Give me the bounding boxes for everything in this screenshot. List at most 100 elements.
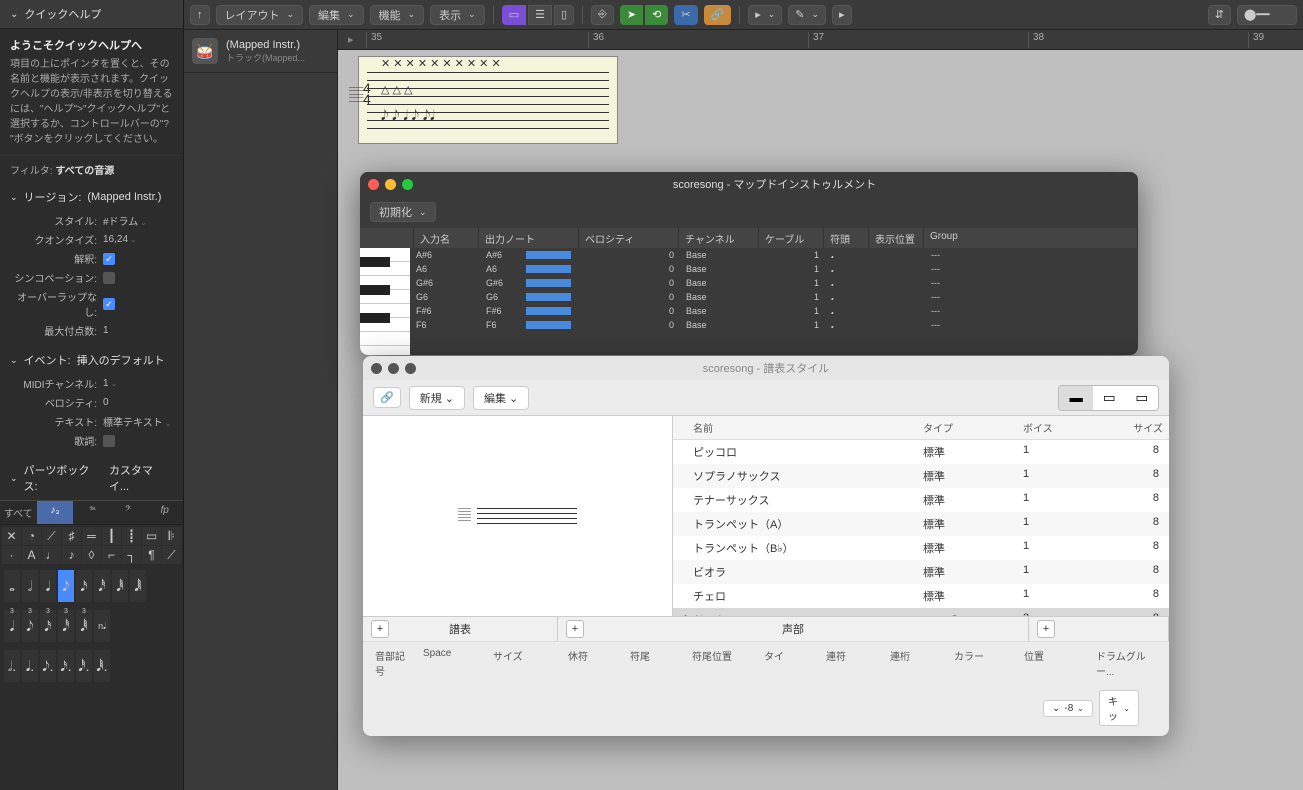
minimize-icon[interactable] <box>385 179 396 190</box>
pal-cell[interactable]: 𝄆 <box>162 527 181 545</box>
style-list-row[interactable]: トランペット（A）標準18 <box>673 512 1169 536</box>
note-triplet-4[interactable]: 𝅘𝅥𝅰3 <box>58 610 74 642</box>
col-name[interactable]: 名前 <box>687 416 917 439</box>
note-triplet-1[interactable]: 𝅘𝅥3 <box>4 610 20 642</box>
close-icon[interactable] <box>371 363 382 374</box>
note-triplet-5[interactable]: 𝅘𝅥𝅱3 <box>76 610 92 642</box>
close-icon[interactable] <box>368 179 379 190</box>
pointer-tool[interactable]: ▸ <box>748 5 782 25</box>
note-dotted-4[interactable]: 𝅘𝅥𝅯. <box>58 650 74 682</box>
add-voice-button[interactable]: + <box>566 620 584 638</box>
add-staff-button[interactable]: + <box>371 620 389 638</box>
view-linear-button[interactable]: ▭ <box>502 5 526 25</box>
view-full-button[interactable]: ▭ <box>1125 386 1158 410</box>
note-32nd[interactable]: 𝅘𝅥𝅰 <box>94 570 110 602</box>
event-header[interactable]: イベント: 挿入のデフォルト <box>0 346 183 374</box>
text-value[interactable]: 標準テキスト <box>103 414 171 429</box>
note-eighth[interactable]: 𝅘𝅥𝅮 <box>58 570 74 602</box>
syncopation-checkbox[interactable] <box>103 272 115 284</box>
style-list-row[interactable]: ビオラ標準18 <box>673 560 1169 584</box>
mapped-row[interactable]: G6G60Base1𝅘--- <box>410 290 1138 304</box>
col-outnote[interactable]: 出力ノート <box>479 228 579 248</box>
add-assign-button[interactable]: + <box>1037 620 1055 638</box>
position-dropdown[interactable]: ⌄ -8 <box>1043 700 1093 717</box>
link-icon[interactable]: 🔗 <box>373 387 401 408</box>
hierarchy-up-button[interactable]: ↑ <box>190 5 210 25</box>
layout-menu[interactable]: レイアウト <box>216 5 304 25</box>
functions-menu[interactable]: 機能 <box>370 5 425 25</box>
pal-cell[interactable]: ⌐ <box>102 546 121 564</box>
palette-tab-pedal[interactable]: 𝆮 <box>73 501 110 524</box>
edit-menu[interactable]: 編集 <box>309 5 364 25</box>
col-inputname[interactable]: 入力名 <box>414 228 479 248</box>
zoom-icon[interactable] <box>402 179 413 190</box>
style-list-row[interactable]: トランペット（B♭）標準18 <box>673 536 1169 560</box>
mapped-row[interactable]: A#6A#60Base1𝅘--- <box>410 248 1138 262</box>
ss-titlebar[interactable]: scoresong - 譜表スタイル <box>363 356 1169 380</box>
col-velocity[interactable]: ベロシティ <box>579 228 679 248</box>
pal-cell[interactable]: ✕ <box>2 527 21 545</box>
pal-cell[interactable]: ◊ <box>82 546 101 564</box>
col-size[interactable]: サイズ <box>1102 416 1169 439</box>
overlap-checkbox[interactable] <box>103 298 115 310</box>
pal-cell[interactable]: ⟋ <box>162 546 181 564</box>
palette-tab-notes[interactable]: ♪₃ <box>37 501 74 524</box>
note-dotted-2[interactable]: 𝅘𝅥. <box>22 650 38 682</box>
mapped-row[interactable]: G#6G#60Base1𝅘--- <box>410 276 1138 290</box>
link-button[interactable]: ⟲ <box>645 5 668 25</box>
midichan-value[interactable]: 1 <box>103 378 117 389</box>
style-list-row[interactable]: チェロ標準18 <box>673 584 1169 608</box>
col-voice[interactable]: ボイス <box>1017 416 1102 439</box>
col-cable[interactable]: ケーブル <box>759 228 824 248</box>
note-64th[interactable]: 𝅘𝅥𝅱 <box>112 570 128 602</box>
mapped-row[interactable]: F#6F#60Base1𝅘--- <box>410 304 1138 318</box>
drumgroup-dropdown[interactable]: キッ <box>1099 690 1139 726</box>
score-region[interactable]: 𝄚 44 ✕ ✕ ✕ ✕ ✕ ✕ ✕ ✕ ✕ ✕ △ △ △ 𝅘𝅥𝅮 𝅘𝅥𝅮 𝅘… <box>358 56 618 144</box>
pal-cell[interactable]: ┋ <box>122 527 141 545</box>
edit-button[interactable]: 編集 ⌄ <box>473 386 529 410</box>
col-head[interactable]: 符頭 <box>824 228 869 248</box>
track-row[interactable]: 🥁 (Mapped Instr.) トラック(Mapped... <box>184 30 337 73</box>
layout-tool-button[interactable]: ⇵ <box>1208 5 1231 25</box>
new-button[interactable]: 新規 ⌄ <box>409 386 465 410</box>
pal-cell[interactable]: ┐ <box>122 546 141 564</box>
note-quarter[interactable]: 𝅘𝅥 <box>40 570 56 602</box>
view-wrapped-button[interactable]: ☰ <box>528 5 552 25</box>
mapped-titlebar[interactable]: scoresong - マップドインストゥルメント <box>360 172 1138 196</box>
view-dual-button[interactable]: ▭ <box>1093 386 1126 410</box>
catch-button[interactable]: ➤ <box>620 5 643 25</box>
minimize-icon[interactable] <box>388 363 399 374</box>
note-dotted-6[interactable]: 𝅘𝅥𝅱. <box>94 650 110 682</box>
lyric-checkbox[interactable] <box>103 435 115 447</box>
palette-tab-clef[interactable]: 𝄢 <box>110 501 147 524</box>
col-type[interactable]: タイプ <box>917 416 1017 439</box>
pal-cell[interactable]: ¶ <box>142 546 161 564</box>
col-channel[interactable]: チャンネル <box>679 228 759 248</box>
interpret-checkbox[interactable] <box>103 253 115 265</box>
pal-cell[interactable]: ═ <box>82 527 101 545</box>
explode-button[interactable]: ✂ <box>674 5 697 25</box>
alt-tool[interactable]: ▸ <box>832 5 852 25</box>
quantize-value[interactable]: 16,24 <box>103 234 137 245</box>
view-page-button[interactable]: ▯ <box>554 5 574 25</box>
palette-tab-dynamics[interactable]: fp <box>146 501 183 524</box>
note-triplet-3[interactable]: 𝅘𝅥𝅯3 <box>40 610 56 642</box>
region-header[interactable]: リージョン: (Mapped Instr.) <box>0 183 183 211</box>
view-menu[interactable]: 表示 <box>430 5 485 25</box>
note-128th[interactable]: 𝅘𝅥𝅲 <box>130 570 146 602</box>
piano-keyboard[interactable] <box>360 248 410 355</box>
style-list-row[interactable]: ピッコロ標準18 <box>673 440 1169 464</box>
maxdots-value[interactable]: 1 <box>103 325 173 336</box>
pal-cell[interactable]: ⟋ <box>42 527 61 545</box>
mapped-row[interactable]: A6A60Base1𝅘--- <box>410 262 1138 276</box>
midi-in-button[interactable]: ⎆ <box>591 5 614 25</box>
note-triplet-2[interactable]: 𝅘𝅥𝅮3 <box>22 610 38 642</box>
note-whole[interactable]: 𝅝 <box>4 570 20 602</box>
pal-cell[interactable]: A <box>22 546 41 564</box>
mapped-row[interactable]: F6F60Base1𝅘--- <box>410 318 1138 332</box>
note-dotted-5[interactable]: 𝅘𝅥𝅰. <box>76 650 92 682</box>
pal-cell[interactable]: · <box>2 546 21 564</box>
zoom-slider[interactable]: ⬤━━ <box>1237 5 1297 25</box>
pal-cell[interactable]: ♩ <box>42 546 61 564</box>
pal-cell[interactable]: ◔ <box>22 527 41 545</box>
